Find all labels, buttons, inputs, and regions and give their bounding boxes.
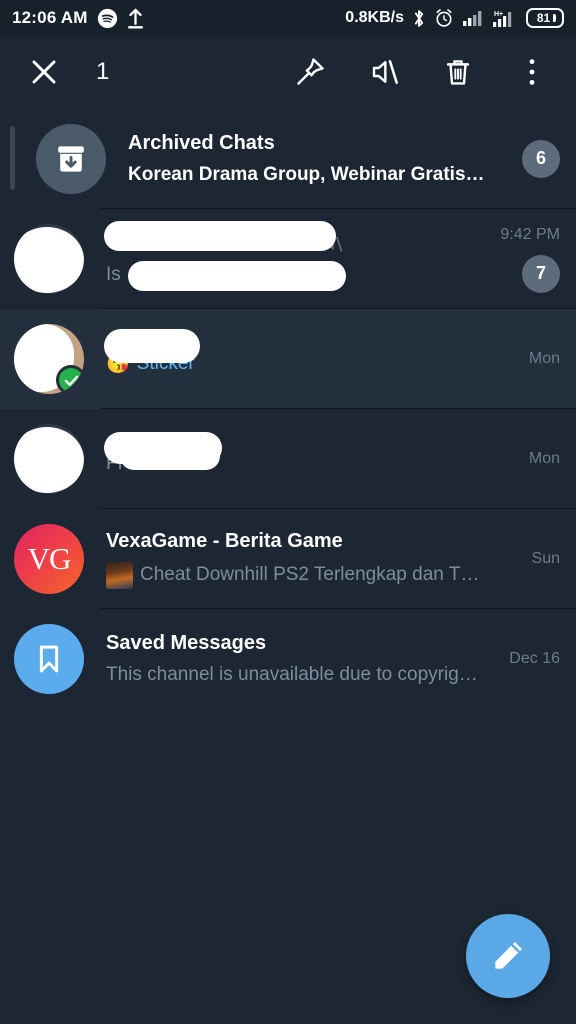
chat-title-row-4: VexaGame - Berita Game (106, 530, 514, 553)
avatar (14, 424, 84, 494)
archived-chats-row[interactable]: Archived Chats Korean Drama Group, Webin… (0, 108, 576, 209)
selected-count-label: 1 (96, 58, 110, 85)
archived-chats-body: Archived Chats Korean Drama Group, Webin… (128, 132, 514, 186)
selected-check-icon (56, 365, 84, 394)
chat-name: VexaGame - Berita Game (106, 529, 343, 552)
chat-name: Saved Messages (106, 632, 267, 654)
network-speed-label: 0.8KB/s (345, 9, 404, 26)
chat-preview: This channel is unavailable due to copyr… (106, 664, 478, 685)
archived-right: 6 (522, 139, 560, 178)
action-bar-actions (284, 46, 558, 98)
avatar (14, 224, 84, 294)
close-selection-button[interactable] (18, 46, 70, 98)
chat-right-3: Mon (519, 450, 560, 468)
saved-messages-bookmark-icon (14, 624, 84, 694)
avatar: VG (14, 524, 84, 594)
chat-list[interactable]: Archived Chats Korean Drama Group, Webin… (0, 108, 576, 709)
avatar-initials: VG (27, 541, 72, 576)
chat-right-5: Dec 16 (499, 650, 560, 668)
chat-title-row-5: Saved Messages (106, 632, 491, 655)
chat-time: Sun (531, 550, 560, 567)
chat-right-2: Mon (519, 350, 560, 368)
selection-action-bar: 1 (0, 36, 576, 108)
delete-icon[interactable] (432, 46, 484, 98)
archived-chats-title: Archived Chats (128, 131, 275, 154)
chat-body-1: Is (104, 220, 482, 291)
status-bar-left: 12:06 AM (12, 8, 144, 29)
chat-row-4[interactable]: VG VexaGame - Berita Game Cheat Downhill… (0, 509, 576, 609)
compose-pencil-icon (489, 937, 527, 975)
chat-preview-text: Cheat Downhill PS2 Terlengkap dan T… (140, 564, 480, 585)
chat-row-1[interactable]: Is 9:42 PM 7 (0, 209, 576, 309)
upload-icon (127, 8, 144, 29)
chat-body-5: Saved Messages This channel is unavailab… (106, 632, 491, 686)
chat-time: Dec 16 (509, 650, 560, 667)
chat-time: Mon (528, 450, 560, 467)
scroll-indicator-bar (10, 126, 15, 190)
compose-fab-button[interactable] (466, 914, 550, 998)
chat-preview: Cheat Downhill PS2 Terlengkap dan T… (106, 561, 514, 589)
status-bar: 12:06 AM 0.8KB/s H+ 81 (0, 0, 576, 36)
telegram-chat-list-screen: 12:06 AM 0.8KB/s H+ 81 1 Archived Chats … (0, 0, 576, 1024)
chat-row-3[interactable]: FF Mon (0, 409, 576, 509)
bluetooth-icon (412, 8, 426, 29)
chat-right-1: 9:42 PM 7 (490, 226, 560, 293)
signal-icon (462, 9, 484, 27)
battery-icon: 81 (526, 8, 564, 28)
svg-text:H+: H+ (494, 11, 503, 18)
redaction-mark (104, 220, 336, 251)
avatar (14, 324, 84, 394)
archived-title-row: Archived Chats (128, 132, 514, 155)
signal-hplus-icon: H+ (492, 9, 518, 28)
overflow-menu-icon[interactable] (506, 46, 558, 98)
chat-time: Mon (528, 350, 560, 367)
chat-row-2[interactable]: 😘 Sticker Mon (0, 309, 576, 409)
archived-chats-preview: Korean Drama Group, Webinar Gratis… (128, 163, 485, 185)
status-clock: 12:06 AM (12, 8, 88, 27)
chat-body-4: VexaGame - Berita Game Cheat Downhill PS… (106, 530, 514, 589)
chat-right-4: Sun (522, 550, 560, 568)
archived-unread-badge: 6 (522, 139, 560, 178)
redaction-mark (104, 328, 200, 363)
chat-row-5[interactable]: Saved Messages This channel is unavailab… (0, 609, 576, 709)
mute-icon[interactable] (358, 46, 410, 98)
pin-icon[interactable] (284, 46, 336, 98)
redaction-mark (128, 260, 346, 291)
chat-time: 9:42 PM (500, 225, 560, 243)
alarm-icon (434, 8, 454, 28)
archive-box-icon (36, 123, 106, 194)
message-thumbnail-image (106, 561, 133, 589)
chat-body-3: FF (104, 431, 511, 475)
spotify-icon (97, 8, 118, 29)
redaction-mark (120, 441, 220, 470)
chat-body-2: 😘 Sticker (104, 328, 511, 376)
chat-unread-badge: 7 (522, 254, 560, 293)
status-bar-right: 0.8KB/s H+ 81 (345, 8, 564, 29)
